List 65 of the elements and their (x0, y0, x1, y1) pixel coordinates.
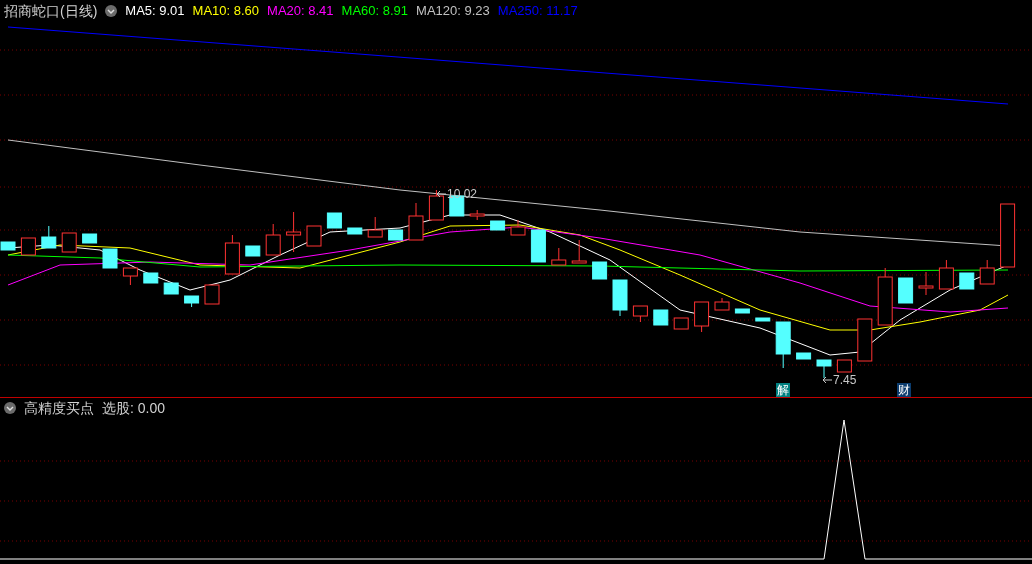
candlestick (286, 211, 302, 253)
event-marker: 财 (897, 383, 911, 397)
candlestick (61, 232, 77, 253)
candlestick (571, 239, 587, 264)
candlestick (959, 272, 975, 290)
candlestick (673, 317, 689, 330)
candlestick (82, 233, 98, 244)
candlestick (388, 229, 404, 241)
candlestick (224, 234, 240, 275)
indicator-title: 高精度买点 (24, 398, 94, 418)
ma-legend: MA60: 8.91 (341, 1, 409, 21)
price-label: 7.45 (833, 374, 857, 386)
candlestick (0, 241, 16, 251)
chart-title: 招商蛇口(日线) (4, 1, 98, 21)
candlestick (714, 297, 730, 311)
candlestick (612, 279, 628, 317)
candlestick (326, 212, 342, 229)
candlestick (510, 219, 526, 236)
candlestick (938, 259, 954, 290)
candlestick (775, 321, 791, 369)
ma-legend: MA10: 8.60 (192, 1, 260, 21)
candlestick (245, 245, 261, 257)
dropdown-icon[interactable] (4, 402, 16, 414)
candlestick (734, 308, 750, 314)
ma-legend: MA5: 9.01 (125, 1, 185, 21)
candlestick (530, 229, 546, 263)
ma-legend: MA120: 9.23 (416, 1, 490, 21)
candlestick (694, 301, 710, 333)
candlestick (490, 220, 506, 231)
arrow-icon (436, 190, 446, 198)
indicator-reading: 选股: 0.00 (102, 398, 166, 418)
candlestick (143, 272, 159, 284)
candlestick (367, 216, 383, 238)
candlestick (857, 318, 873, 362)
candlestick (877, 267, 893, 326)
candlestick (469, 209, 485, 221)
candlestick (898, 277, 914, 304)
candlestick (428, 189, 444, 221)
arrow-icon (822, 376, 832, 384)
candlestick (592, 261, 608, 280)
candlestick (122, 267, 138, 286)
candlestick (755, 317, 771, 322)
candlestick (265, 223, 281, 256)
candlestick (918, 271, 934, 296)
ma-legend: MA20: 8.41 (267, 1, 334, 21)
candlestick (836, 359, 852, 373)
candlestick (41, 225, 57, 249)
candlestick (632, 305, 648, 323)
candlestick (20, 237, 36, 256)
candlestick (184, 295, 200, 308)
candlestick (816, 359, 832, 379)
candlestick (347, 227, 363, 235)
candlestick (204, 284, 220, 305)
candlestick (408, 202, 424, 241)
ma-legend: MA250: 11.17 (497, 1, 578, 21)
candlestick (102, 248, 118, 269)
candlestick (979, 259, 995, 285)
dropdown-icon[interactable] (105, 5, 118, 17)
event-marker: 解 (776, 383, 790, 397)
candlestick (551, 247, 567, 266)
candlestick (796, 352, 812, 360)
candlestick (1000, 203, 1016, 268)
candlestick (163, 282, 179, 295)
candlestick (306, 225, 322, 247)
candlestick (653, 309, 669, 326)
